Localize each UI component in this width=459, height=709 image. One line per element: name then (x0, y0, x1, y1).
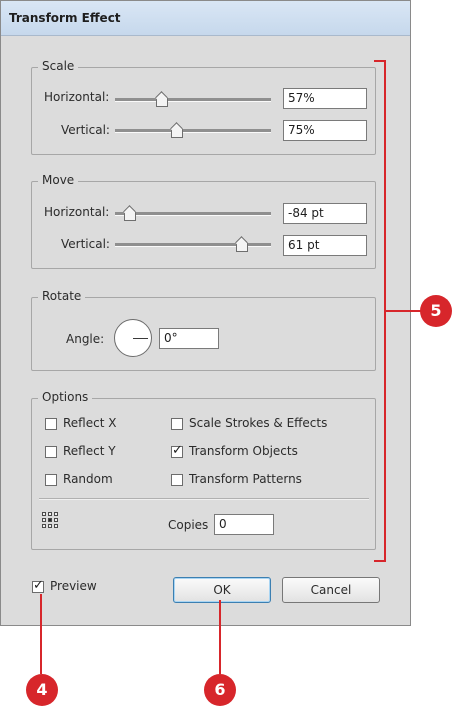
reflect-y-label: Reflect Y (63, 444, 116, 458)
callout-six: 6 (204, 674, 236, 706)
scale-strokes-label: Scale Strokes & Effects (189, 416, 328, 430)
reflect-y-checkbox[interactable] (45, 446, 57, 458)
reflect-x-checkbox[interactable] (45, 418, 57, 430)
move-vertical-label: Vertical: (61, 237, 110, 251)
preview-checkbox[interactable] (32, 578, 44, 593)
random-label: Random (63, 472, 113, 486)
options-divider (39, 498, 369, 500)
rotate-angle-label: Angle: (66, 332, 105, 346)
scale-strokes-checkbox[interactable] (171, 418, 183, 430)
callout-five: 5 (420, 295, 452, 327)
options-legend: Options (38, 390, 93, 404)
scale-horizontal-slider[interactable] (115, 98, 271, 102)
scale-group: Scale (31, 59, 376, 155)
scale-vertical-label: Vertical: (61, 123, 110, 137)
copies-label: Copies (168, 518, 209, 532)
title-bar: Transform Effect (1, 1, 410, 36)
transform-patterns-checkbox[interactable] (171, 474, 183, 486)
callout-four: 4 (26, 674, 58, 706)
rotate-angle-field[interactable]: 0° (159, 328, 219, 349)
copies-field[interactable]: 0 (214, 514, 274, 535)
scale-vertical-field[interactable]: 75% (283, 120, 367, 141)
move-horizontal-slider[interactable] (115, 212, 271, 216)
scale-legend: Scale (38, 59, 79, 73)
angle-dial[interactable] (114, 319, 152, 357)
callout-six-connector (219, 600, 221, 674)
dialog-title: Transform Effect (9, 11, 121, 25)
random-checkbox[interactable] (45, 474, 57, 486)
callout-five-connector (386, 310, 422, 312)
move-vertical-field[interactable]: 61 pt (283, 235, 367, 256)
rotate-legend: Rotate (38, 289, 86, 303)
move-legend: Move (38, 173, 79, 187)
transform-objects-checkbox[interactable] (171, 443, 183, 458)
scale-horizontal-label: Horizontal: (44, 90, 110, 104)
move-horizontal-field[interactable]: -84 pt (283, 203, 367, 224)
reflect-x-label: Reflect X (63, 416, 117, 430)
transform-objects-label: Transform Objects (189, 444, 298, 458)
preview-label: Preview (50, 579, 97, 593)
scale-vertical-slider[interactable] (115, 129, 271, 133)
transform-effect-dialog: Transform Effect Scale Horizontal: 57% V… (0, 0, 411, 626)
callout-four-connector (40, 594, 42, 674)
reference-point-icon[interactable] (42, 512, 58, 528)
cancel-button[interactable]: Cancel (282, 577, 380, 603)
ok-button[interactable]: OK (173, 577, 271, 603)
bracket-bottom (374, 560, 386, 562)
transform-patterns-label: Transform Patterns (189, 472, 302, 486)
move-horizontal-label: Horizontal: (44, 205, 110, 219)
scale-horizontal-field[interactable]: 57% (283, 88, 367, 109)
